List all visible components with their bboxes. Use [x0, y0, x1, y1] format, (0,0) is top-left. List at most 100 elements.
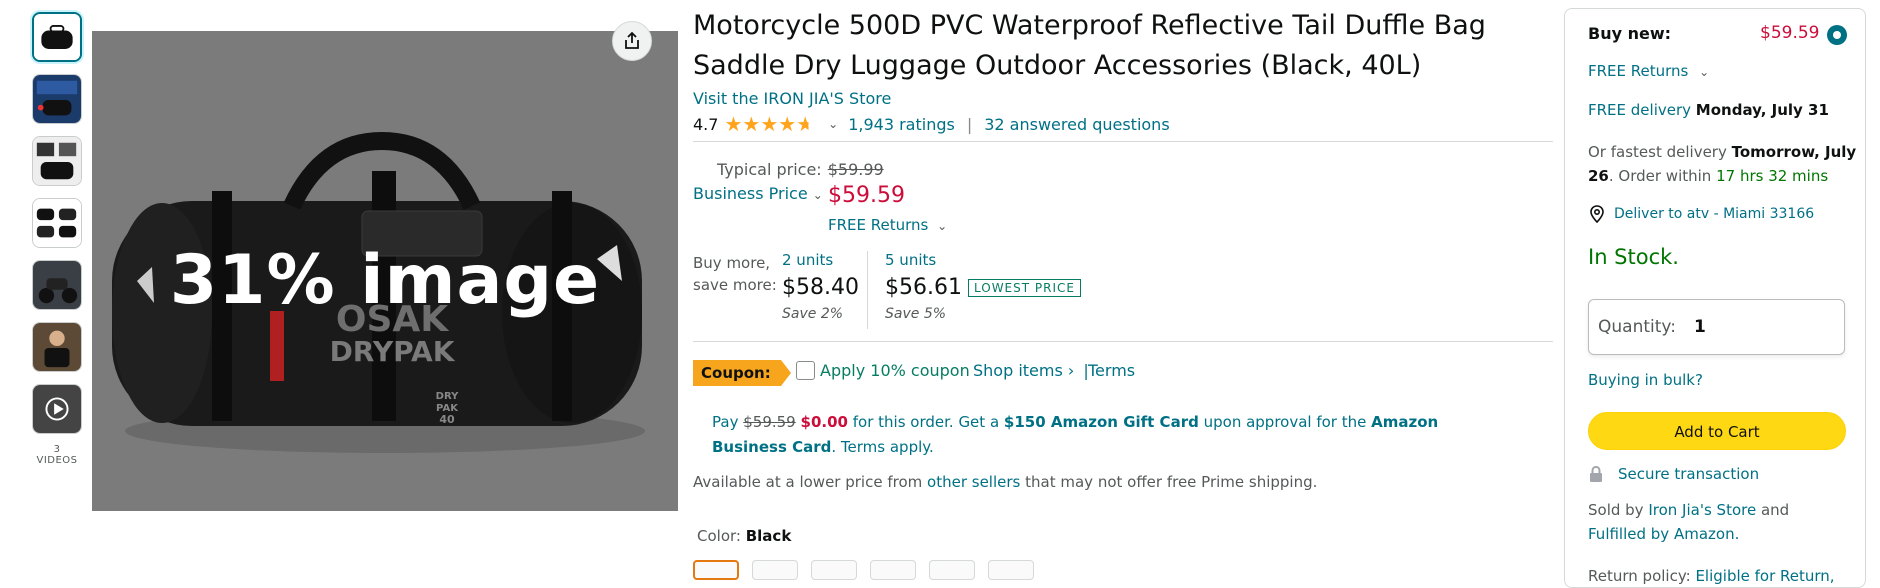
- free-returns-dropdown[interactable]: FREE Returns ⌄: [828, 216, 947, 234]
- buy-new-radio[interactable]: [1827, 25, 1847, 45]
- bag-features-thumbnail-icon: [33, 75, 81, 123]
- bulk-label-line-1: Buy more,: [693, 254, 771, 272]
- stock-status: In Stock.: [1588, 245, 1679, 269]
- shop-items-label[interactable]: Shop items ›: [973, 361, 1074, 380]
- time-left: 17 hrs 32 mins: [1716, 167, 1829, 185]
- deliver-to-label: Deliver to atv - Miami 33166: [1614, 206, 1815, 222]
- order-within: . Order within: [1608, 167, 1712, 185]
- other-sellers-link[interactable]: other sellers: [927, 473, 1020, 491]
- typical-price: Typical price: $59.99: [717, 160, 884, 179]
- business-price-label: Business Price: [693, 184, 808, 203]
- quantity-tier-2[interactable]: 2 units $58.40 Save 2%: [782, 251, 859, 322]
- return-policy-link[interactable]: Eligible for Return,: [1695, 567, 1834, 585]
- typical-price-label: Typical price:: [717, 160, 822, 179]
- return-policy-label: Return policy:: [1588, 567, 1691, 585]
- tier-price: $58.40: [782, 275, 859, 300]
- main-product-image[interactable]: OSAK DRYPAK DRY PAK 40 31% image: [92, 31, 678, 511]
- color-swatch[interactable]: [988, 560, 1034, 580]
- thumbnail-1[interactable]: [32, 12, 82, 62]
- ratings-count-link[interactable]: 1,943 ratings: [848, 115, 955, 134]
- play-video-icon: [33, 385, 81, 433]
- color-selector: Color: Black: [697, 527, 791, 545]
- color-swatch[interactable]: [929, 560, 975, 580]
- secure-transaction[interactable]: Secure transaction: [1588, 465, 1759, 483]
- rider-thumbnail-icon: [33, 323, 81, 371]
- tier-divider: [867, 251, 868, 329]
- shop-items-link: Shop items › |: [973, 361, 1089, 380]
- seller-link[interactable]: Iron Jia's Store: [1648, 501, 1756, 519]
- quantity-value: 1: [1693, 317, 1706, 337]
- lock-icon: [1590, 465, 1602, 482]
- tier-price-row: $56.61 LOWEST PRICE: [885, 275, 1081, 300]
- image-overlay-text: 31% image: [169, 241, 601, 320]
- motorcycle-thumbnail-icon: [33, 261, 81, 309]
- bag-details-thumbnail-icon: [33, 137, 81, 185]
- delivery-info: FREE delivery Monday, July 31: [1588, 98, 1829, 122]
- lower-price-notice: Available at a lower price from other se…: [693, 473, 1317, 491]
- typical-price-value: $59.99: [827, 160, 884, 179]
- lower-price-text-1: Available at a lower price from: [693, 473, 923, 491]
- offer-text-2: upon approval for the: [1203, 413, 1367, 431]
- color-swatch[interactable]: [752, 560, 798, 580]
- answered-questions-link[interactable]: 32 answered questions: [984, 115, 1169, 134]
- offer-new-price: $0.00: [800, 413, 848, 431]
- fulfilled-by-amazon-link[interactable]: Fulfilled by Amazon.: [1588, 525, 1739, 543]
- sold-by-label: Sold by: [1588, 501, 1644, 519]
- offer-terms-link[interactable]: . Terms apply.: [831, 438, 933, 456]
- buybox-free-returns-label: FREE Returns: [1588, 62, 1689, 80]
- apply-coupon-label[interactable]: Apply 10% coupon: [820, 361, 970, 380]
- share-button[interactable]: [612, 21, 652, 61]
- chevron-down-icon: ⌄: [1699, 65, 1710, 79]
- tier-units[interactable]: 2 units: [782, 251, 859, 269]
- star-rating-icon[interactable]: ★ ★ ★ ★ ★: [724, 114, 814, 134]
- store-link[interactable]: Visit the IRON JIA'S Store: [693, 89, 891, 108]
- lower-price-text-2: that may not offer free Prime shipping.: [1025, 473, 1318, 491]
- thumbnail-5[interactable]: [32, 260, 82, 310]
- deliver-to-row[interactable]: Deliver to atv - Miami 33166: [1588, 205, 1814, 223]
- bag-tag-text-3: 40: [439, 413, 455, 426]
- coupon-terms-link[interactable]: Terms: [1088, 361, 1135, 380]
- share-icon: [625, 31, 639, 49]
- quantity-select[interactable]: Quantity: 1: [1588, 299, 1845, 355]
- thumbnail-3[interactable]: [32, 136, 82, 186]
- chevron-down-icon[interactable]: ⌄: [828, 117, 838, 131]
- free-delivery-link[interactable]: FREE delivery: [1588, 101, 1691, 119]
- quantity-tier-5[interactable]: 5 units $56.61 LOWEST PRICE Save 5%: [885, 251, 1081, 322]
- tier-units[interactable]: 5 units: [885, 251, 1081, 269]
- thumbnail-video[interactable]: [32, 384, 82, 434]
- chevron-down-icon: ⌄: [812, 188, 823, 202]
- tier-save: Save 2%: [782, 306, 844, 322]
- secure-transaction-label: Secure transaction: [1618, 465, 1760, 483]
- buy-new-price: $59.59: [1760, 23, 1820, 43]
- buybox-free-returns[interactable]: FREE Returns ⌄: [1588, 62, 1709, 80]
- business-card-offer: Pay $59.59 $0.00 for this order. Get a $…: [712, 410, 1512, 460]
- buying-in-bulk-link[interactable]: Buying in bulk?: [1588, 371, 1703, 389]
- fastest-delivery: Or fastest delivery Tomorrow, July 26. O…: [1588, 140, 1858, 188]
- divider: [693, 341, 1553, 342]
- business-price-dropdown[interactable]: Business Price ⌄: [693, 184, 823, 203]
- thumbnail-6[interactable]: [32, 322, 82, 372]
- location-pin-icon: [1590, 205, 1604, 223]
- free-returns-label: FREE Returns: [828, 216, 929, 234]
- videos-label: 3 VIDEOS: [36, 444, 78, 466]
- add-to-cart-button[interactable]: Add to Cart: [1588, 412, 1846, 450]
- color-label: Color:: [697, 527, 741, 545]
- quantity-label: Quantity:: [1598, 317, 1676, 337]
- bag-product-text: DRYPAK: [330, 335, 456, 368]
- color-swatch[interactable]: [870, 560, 916, 580]
- business-price: $59.59: [828, 183, 905, 208]
- thumbnail-2[interactable]: [32, 74, 82, 124]
- delivery-date: Monday, July 31: [1695, 101, 1829, 119]
- divider: [693, 141, 1553, 142]
- gift-card-amount: $150 Amazon Gift Card: [1003, 413, 1199, 431]
- thumbnail-4[interactable]: [32, 198, 82, 248]
- and-label: and: [1760, 501, 1790, 519]
- bulk-label-line-2: save more:: [693, 276, 777, 294]
- coupon-checkbox[interactable]: [796, 361, 815, 380]
- color-value: Black: [745, 527, 792, 545]
- fastest-prefix: Or fastest delivery: [1588, 143, 1727, 161]
- color-swatch-black[interactable]: [693, 560, 739, 580]
- color-swatch[interactable]: [811, 560, 857, 580]
- rating-value: 4.7: [693, 114, 719, 134]
- return-policy: Return policy: Eligible for Return,: [1588, 564, 1835, 588]
